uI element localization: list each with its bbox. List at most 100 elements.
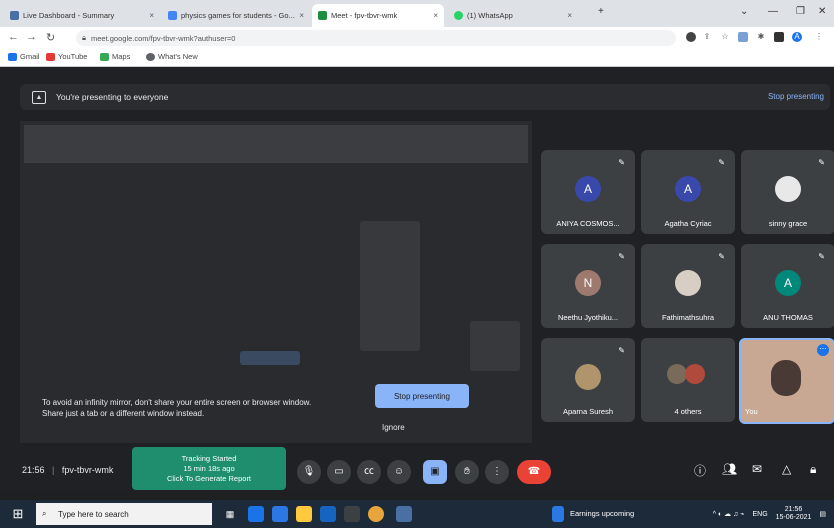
bookmark-maps[interactable]: Maps [100,52,130,61]
explorer-icon[interactable] [296,506,312,522]
edge-icon[interactable] [248,506,264,522]
share-icon[interactable]: ⇪ [702,32,712,42]
captions-button[interactable]: ㏄ [357,460,381,484]
tab-label: (1) WhatsApp [467,11,513,20]
task-view-icon[interactable]: ▦ [222,506,238,522]
close-tab-icon[interactable]: × [429,11,438,20]
tracking-popup[interactable]: Tracking Started 15 min 18s ago Click To… [132,447,286,490]
participant-tile[interactable]: ✎ A ANIYA COSMOS... [541,150,635,234]
tray-icons[interactable]: ^ ◐ ☁ ♫ ⌁ [713,511,745,518]
chrome-icon[interactable] [368,506,384,522]
taskbar-search[interactable]: ⌕ Type here to search [36,503,212,525]
reload-icon[interactable]: ↻ [46,31,55,44]
participant-name: ANIYA COSMOS... [556,219,620,228]
zoom-icon[interactable] [396,506,412,522]
store-icon[interactable] [272,506,288,522]
notifications-icon[interactable]: ▤ [819,511,826,518]
clock[interactable]: 21:56 15-06-2021 [776,506,812,522]
bookmark-youtube[interactable]: YouTube [46,52,87,61]
puzzle-icon[interactable]: ✱ [756,32,766,42]
people-icon[interactable]: 👥︎ [722,462,737,476]
self-video-tile[interactable]: ⋯ You [739,338,834,424]
new-tab-icon[interactable]: + [598,6,604,17]
browser-toolbar: ← → ↻ 🔒︎ meet.google.com/fpv-tbvr-wmk?au… [0,27,834,49]
record-icon[interactable] [686,32,696,42]
windows-start-icon[interactable]: ⊞ [10,506,26,522]
ignore-button[interactable]: Ignore [382,423,405,432]
meet-favicon-icon [318,11,327,20]
mail-icon[interactable] [320,506,336,522]
avatar [685,364,705,384]
camera-button[interactable]: ▭ [327,460,351,484]
microphone-button[interactable]: 🎙︎ [297,460,321,484]
stop-presenting-button[interactable]: Stop presenting [375,384,469,408]
participant-name: Agatha Cyriac [664,219,712,228]
bookmark-label: Gmail [20,52,40,61]
app-icon[interactable] [344,506,360,522]
participant-tile[interactable]: ✎ Aparna Suresh [541,338,635,422]
profile-avatar[interactable]: A [792,32,802,42]
meeting-details-icon[interactable]: ⓘ [694,462,706,479]
mic-off-icon: ✎ [618,158,625,167]
chat-icon[interactable]: ✉︎ [752,462,762,476]
bookmark-label: What's New [158,52,198,61]
whatsapp-favicon-icon [454,11,463,20]
maximize-icon[interactable]: ❐ [796,6,805,17]
menu-icon[interactable]: ⋮ [814,32,824,42]
dashboard-favicon-icon [10,11,19,20]
others-tile[interactable]: 4 others [641,338,735,422]
bookmark-star-icon[interactable]: ☆ [720,32,730,42]
activities-icon[interactable]: △ [782,462,791,476]
windows-taskbar: ⊞ ⌕ Type here to search ▦ Earnings upcom… [0,500,834,528]
close-tab-icon[interactable]: × [145,11,154,20]
tab-physics-games[interactable]: physics games for students - Go... × [162,4,310,27]
tab-meet[interactable]: Meet - fpv-tbvr-wmk × [312,4,444,27]
participant-tile[interactable]: ✎ A ANU THOMAS [741,244,834,328]
close-window-icon[interactable]: ✕ [818,6,826,17]
close-tab-icon[interactable]: × [563,11,572,20]
extension-icon[interactable] [738,32,748,42]
globe-icon [146,52,155,61]
mic-off-icon: ✎ [718,252,725,261]
more-options-icon[interactable]: ⋯ [817,344,829,356]
minimize-icon[interactable]: — [768,6,778,17]
participant-tile[interactable]: ✎ sinny grace [741,150,834,234]
search-placeholder: Type here to search [58,509,129,519]
stop-presenting-link[interactable]: Stop presenting [768,92,824,101]
address-bar[interactable]: 🔒︎ meet.google.com/fpv-tbvr-wmk?authuser… [76,30,676,46]
tab-search-icon[interactable]: ⌄ [740,6,748,17]
participant-tile[interactable]: ✎ N Neethu Jyothiku... [541,244,635,328]
raise-hand-button[interactable]: ✋︎ [455,460,479,484]
close-tab-icon[interactable]: × [295,11,304,20]
more-options-button[interactable]: ⋮ [485,460,509,484]
participant-name: sinny grace [768,219,808,228]
back-icon[interactable]: ← [8,31,19,43]
tab-whatsapp[interactable]: (1) WhatsApp × [448,4,578,27]
emoji-button[interactable]: ☺ [387,460,411,484]
tab-live-dashboard[interactable]: Live Dashboard - Summary × [4,4,160,27]
divider: | [52,465,55,475]
participant-tile[interactable]: ✎ Fathimathsuhra [641,244,735,328]
bookmark-gmail[interactable]: Gmail [8,52,40,61]
presenting-banner: ▲ You're presenting to everyone Stop pre… [20,84,830,110]
browser-tab-strip: Live Dashboard - Summary × physics games… [0,0,834,27]
tab-label: Live Dashboard - Summary [23,11,115,20]
language[interactable]: ENG [752,511,767,518]
warning-line: Share just a tab or a different window i… [42,409,205,418]
host-controls-icon[interactable]: 🔒︎ [810,462,816,477]
participant-tile[interactable]: ✎ A Agatha Cyriac [641,150,735,234]
leave-call-button[interactable]: ☎︎ [517,460,551,484]
mic-off-icon: ✎ [818,252,825,261]
present-button[interactable]: ▣ [423,460,447,484]
sidebar-icon[interactable] [774,32,784,42]
bookmark-whats-new[interactable]: What's New [146,52,198,61]
avatar [667,364,687,384]
preview-content [360,221,420,351]
bookmarks-bar: Gmail YouTube Maps What's New [0,49,834,67]
news-text[interactable]: Earnings upcoming [570,509,634,518]
preview-button [240,351,300,365]
clock-time: 21:56 [784,506,803,513]
infinity-mirror-warning: To avoid an infinity mirror, don't share… [42,397,382,419]
youtube-icon [46,52,55,61]
forward-icon[interactable]: → [26,31,37,43]
